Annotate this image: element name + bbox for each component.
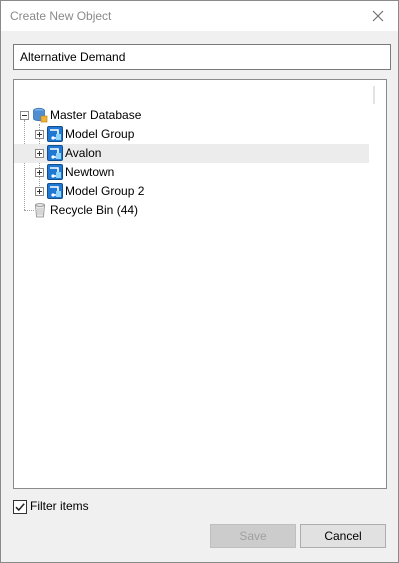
tree-item-newtown[interactable]: Newtown bbox=[14, 163, 386, 182]
tree-item-label: Avalon bbox=[65, 146, 102, 160]
tree-item-label: Master Database bbox=[50, 108, 142, 122]
tree-item-label: Newtown bbox=[65, 165, 115, 179]
model-group-icon bbox=[47, 164, 63, 180]
expand-icon[interactable] bbox=[35, 187, 44, 196]
model-group-icon bbox=[47, 126, 63, 142]
close-button[interactable] bbox=[358, 1, 398, 31]
tree-item-label: Model Group 2 bbox=[65, 184, 145, 198]
create-new-object-dialog: Create New Object Master Database bbox=[0, 0, 399, 563]
cancel-button[interactable]: Cancel bbox=[300, 524, 386, 548]
model-group-icon bbox=[47, 145, 63, 161]
tree-item-master-database[interactable]: Master Database bbox=[14, 106, 386, 125]
filter-items-checkbox[interactable] bbox=[13, 500, 27, 514]
tree-item-label: Recycle Bin (44) bbox=[50, 203, 139, 217]
object-tree[interactable]: Master Database Model Group Avalon Newto… bbox=[13, 79, 387, 489]
recycle-bin-icon bbox=[32, 202, 48, 218]
checkmark-icon bbox=[15, 503, 25, 512]
tree-item-label: Model Group bbox=[65, 127, 135, 141]
object-name-input[interactable] bbox=[13, 44, 391, 70]
expand-icon[interactable] bbox=[35, 168, 44, 177]
model-group-icon bbox=[47, 183, 63, 199]
expand-icon[interactable] bbox=[35, 149, 44, 158]
tree-item-model-group-2[interactable]: Model Group 2 bbox=[14, 182, 386, 201]
title-bar: Create New Object bbox=[1, 1, 398, 31]
tree-item-model-group[interactable]: Model Group bbox=[14, 125, 386, 144]
database-icon bbox=[32, 107, 48, 123]
expand-icon[interactable] bbox=[35, 130, 44, 139]
collapse-icon[interactable] bbox=[20, 111, 29, 120]
vertical-scrollbar[interactable] bbox=[369, 80, 386, 488]
tree-item-recycle-bin[interactable]: Recycle Bin (44) bbox=[14, 201, 386, 220]
save-button[interactable]: Save bbox=[210, 524, 296, 548]
scrollbar-thumb[interactable] bbox=[373, 86, 375, 104]
window-title: Create New Object bbox=[10, 9, 112, 23]
close-icon bbox=[372, 10, 384, 22]
filter-items-label[interactable]: Filter items bbox=[30, 499, 89, 513]
tree-item-avalon[interactable]: Avalon bbox=[14, 144, 386, 163]
